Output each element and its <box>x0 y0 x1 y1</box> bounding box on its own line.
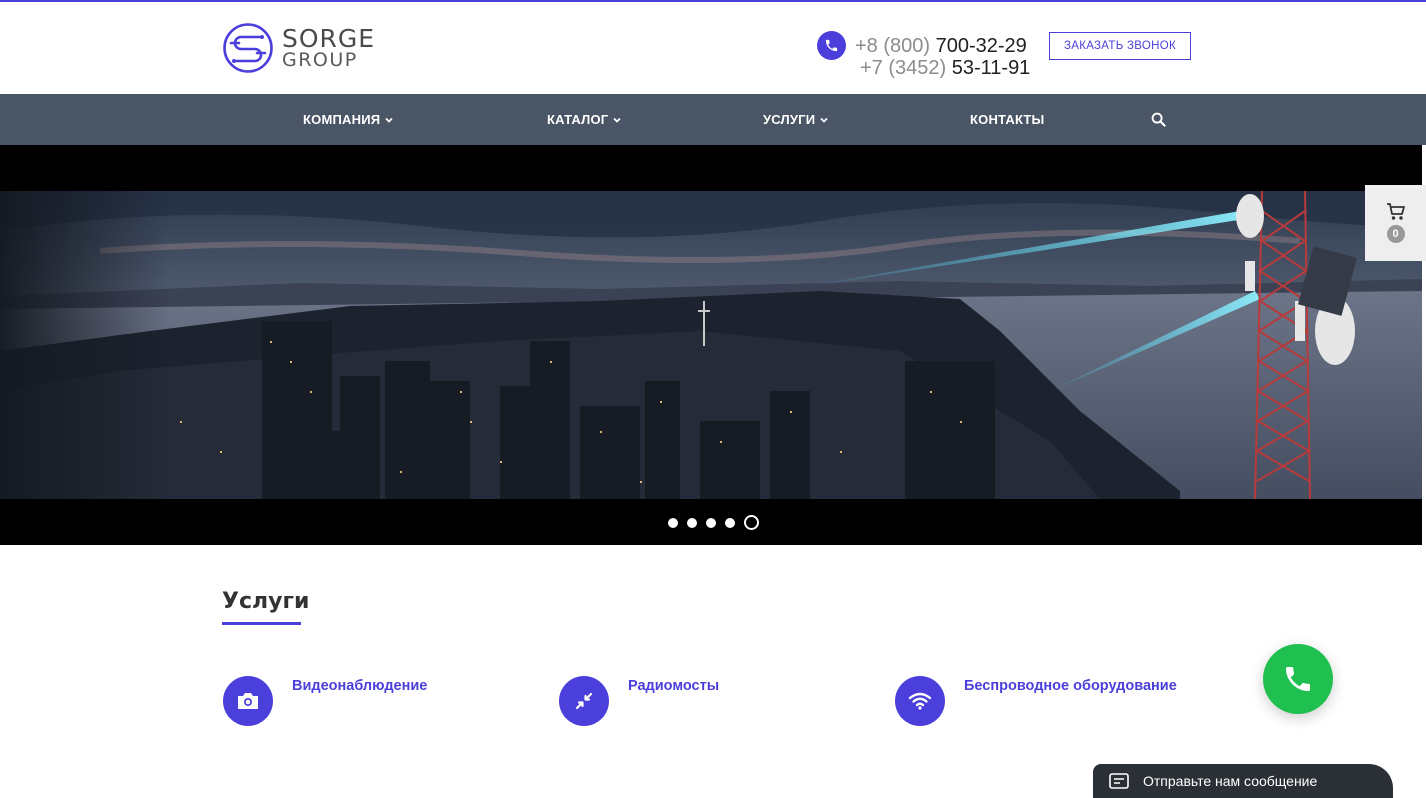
site-logo[interactable]: SORGE GROUP <box>222 22 375 74</box>
phone-block: +8 (800) 700-32-29 +7 (3452) 53-11-91 <box>817 31 1037 81</box>
nav-item-services[interactable]: УСЛУГИ <box>763 94 829 145</box>
phone-code: +8 (800) <box>855 35 931 57</box>
logo-text: SORGE GROUP <box>282 26 375 70</box>
order-call-button[interactable]: ЗАКАЗАТЬ ЗВОНОК <box>1049 32 1191 60</box>
nav-item-company[interactable]: КОМПАНИЯ <box>303 94 394 145</box>
slider-dot[interactable] <box>687 517 697 528</box>
nav-item-contacts[interactable]: КОНТАКТЫ <box>970 94 1044 145</box>
service-label: Беспроводное оборудование <box>964 678 1177 694</box>
service-label: Видеонаблюдение <box>292 678 428 694</box>
search-icon <box>1151 112 1166 127</box>
mail-icon <box>1109 773 1129 789</box>
services-title-underline <box>222 622 301 625</box>
phone-code: +7 (3452) <box>860 57 947 79</box>
service-item-video[interactable]: Видеонаблюдение <box>223 676 427 726</box>
service-item-wireless[interactable]: Беспроводное оборудование <box>895 676 1177 726</box>
cart-count-badge: 0 <box>1386 225 1405 243</box>
camera-icon <box>223 676 273 726</box>
site-header: SORGE GROUP +8 (800) 700-32-29 +7 (3452)… <box>0 2 1426 94</box>
chat-label: Отправьте нам сообщение <box>1143 773 1318 789</box>
chat-widget[interactable]: Отправьте нам сообщение <box>1093 764 1393 798</box>
hero-slide-image <box>0 191 1422 499</box>
logo-word-group: GROUP <box>282 49 358 71</box>
slider-dot[interactable] <box>668 517 678 528</box>
slider-dot[interactable] <box>725 517 735 528</box>
phone-link-2[interactable]: +7 (3452) 53-11-91 <box>860 57 1030 80</box>
slider-dot[interactable] <box>706 517 716 528</box>
hero-slider <box>0 145 1422 545</box>
chevron-down-icon <box>613 117 621 123</box>
logo-mark-icon <box>223 23 273 73</box>
wifi-icon <box>895 676 945 726</box>
cart-icon <box>1386 203 1405 220</box>
phone-link-1[interactable]: +8 (800) 700-32-29 <box>855 35 1027 58</box>
phone-number: 53-11-91 <box>951 57 1031 79</box>
nav-item-label: КОНТАКТЫ <box>970 112 1045 127</box>
chevron-down-icon <box>385 117 393 123</box>
services-title: Услуги <box>222 589 310 614</box>
nav-item-label: КОМПАНИЯ <box>303 112 381 127</box>
phone-icon <box>817 31 846 60</box>
main-nav: КОМПАНИЯ КАТАЛОГ УСЛУГИ КОНТАКТЫ <box>0 94 1426 145</box>
nav-item-label: УСЛУГИ <box>763 112 816 127</box>
phone-icon <box>1286 667 1310 691</box>
chevron-down-icon <box>820 117 828 123</box>
city-night-image <box>0 191 1422 499</box>
nav-item-label: КАТАЛОГ <box>547 112 609 127</box>
slider-dot-active[interactable] <box>744 515 759 530</box>
logo-word-sorge: SORGE <box>282 24 376 53</box>
cart-widget[interactable]: 0 <box>1365 185 1426 261</box>
nav-item-catalog[interactable]: КАТАЛОГ <box>547 94 622 145</box>
arrows-in-icon <box>559 676 609 726</box>
phone-number: 700-32-29 <box>935 35 1027 57</box>
slider-dots <box>668 515 759 530</box>
service-label: Радиомосты <box>628 678 720 694</box>
service-item-radio-bridges[interactable]: Радиомосты <box>559 676 719 726</box>
search-button[interactable] <box>1150 94 1166 145</box>
call-button[interactable] <box>1263 644 1333 714</box>
